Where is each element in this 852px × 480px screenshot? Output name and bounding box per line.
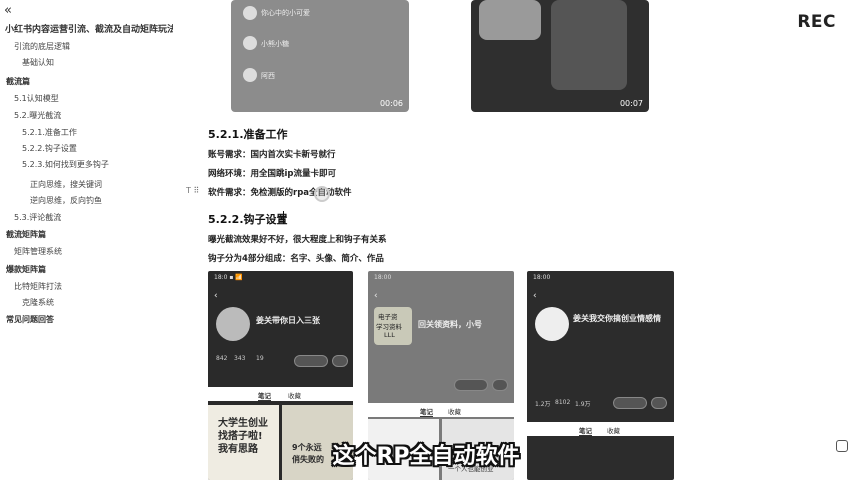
back-icon: ‹ <box>214 291 218 301</box>
toc-item[interactable]: 引流的底层逻辑 <box>14 41 70 52</box>
tab-notes: 笔记 <box>579 427 592 436</box>
message-button <box>651 397 667 409</box>
profile-tabs: 笔记 收藏 <box>527 422 674 436</box>
phone-card <box>551 0 627 90</box>
post-text: 大学生创业 <box>218 418 268 429</box>
toc-item[interactable]: 5.2.2.钩子设置 <box>22 143 77 154</box>
follow-button <box>294 355 328 367</box>
stat: 343 <box>234 355 246 362</box>
status-bar: 18:00 <box>374 274 392 281</box>
tab-notes: 笔记 <box>420 408 433 417</box>
paragraph-line: 软件需求：免检测版的rpa全自动软件 <box>208 188 352 198</box>
avatar <box>535 307 569 341</box>
profile-name: 姜关我交你搞创业情感情 <box>573 314 661 323</box>
block-drag-handle[interactable]: T ⠿ <box>186 186 199 195</box>
paragraph-line: 钩子分为4部分组成：名字、头像、简介、作品 <box>208 254 384 264</box>
avatar <box>243 68 257 82</box>
toc-item[interactable]: 常见问题回答 <box>6 314 54 325</box>
profile-tabs: 笔记 收藏 <box>208 387 353 401</box>
toc-item[interactable]: 5.2.曝光截流 <box>14 110 61 121</box>
tab-collect: 收藏 <box>607 427 620 435</box>
toc-item[interactable]: 比特矩阵打法 <box>14 281 62 292</box>
paragraph-line: 网络环境：用全国跳ip流量卡即可 <box>208 169 336 179</box>
toc-item[interactable]: 截流篇 <box>6 76 30 87</box>
follow-button <box>613 397 647 409</box>
toc-item[interactable]: 5.2.3.如何找到更多钩子 <box>22 159 109 170</box>
tab-collect: 收藏 <box>448 408 461 416</box>
tab-notes: 笔记 <box>258 392 271 401</box>
avatar-text: 电子资 <box>378 313 398 321</box>
stat: 1.9万 <box>575 401 591 408</box>
stat: 8102 <box>555 399 571 406</box>
profile-name: 姜关带你日入三张 <box>256 316 320 325</box>
heading-5-2-2: 5.2.2.钩子设置 <box>208 213 288 226</box>
profile-name: 回关领资料，小号 <box>418 320 482 329</box>
avatar <box>243 36 257 50</box>
paragraph-line: 账号需求：国内首次实卡新号就行 <box>208 150 336 160</box>
phone-card <box>479 0 541 40</box>
stat: 1.2万 <box>535 401 551 408</box>
toc-doc-title[interactable]: 小红书内容运营引流、截流及自动矩阵玩法 <box>5 22 173 35</box>
status-bar: 18:00 <box>533 274 551 281</box>
avatar: 电子资 学习资料 LLL <box>374 307 412 345</box>
avatar <box>216 307 250 341</box>
toc-item[interactable]: 5.3.评论截流 <box>14 212 61 223</box>
stat: 19 <box>256 355 264 362</box>
video-duration: 00:06 <box>379 99 403 108</box>
text-caret <box>283 211 284 224</box>
toc-item[interactable]: 基础认知 <box>22 57 54 68</box>
mouse-cursor-ring <box>314 186 330 202</box>
toc-item[interactable]: 克隆系统 <box>22 297 54 308</box>
video-duration: 00:07 <box>619 99 643 108</box>
toc-item[interactable]: 5.1认知模型 <box>14 93 59 104</box>
toc-sidebar: « 小红书内容运营引流、截流及自动矩阵玩法 引流的底层逻辑 基础认知 截流篇 5… <box>0 0 175 480</box>
back-icon: ‹ <box>374 291 378 301</box>
back-icon: ‹ <box>533 291 537 301</box>
follow-button <box>454 379 488 391</box>
thumb-line: 你心中的小可爱 <box>261 9 310 17</box>
status-bar: 18:0 ▪ 📶 <box>214 274 243 281</box>
profile-tabs: 笔记 收藏 <box>368 403 514 417</box>
thumb-line: 阿西 <box>261 72 275 80</box>
avatar-text: 学习资料 <box>376 323 402 331</box>
toc-item[interactable]: 逆向思维，反向钓鱼 <box>30 195 102 206</box>
video-thumbnail[interactable]: 你心中的小可爱 小熊小糖 阿西 00:06 <box>231 0 409 112</box>
tab-collect: 收藏 <box>288 392 301 400</box>
toc-item[interactable]: 正向思维，搜关键词 <box>30 179 102 190</box>
toc-item[interactable]: 矩阵管理系统 <box>14 246 62 257</box>
thumb-line: 小熊小糖 <box>261 40 289 48</box>
paragraph-line: 曝光截流效果好不好，很大程度上和钩子有关系 <box>208 235 387 245</box>
collapse-sidebar-icon[interactable]: « <box>4 4 18 18</box>
message-button <box>492 379 508 391</box>
avatar-text: LLL <box>384 331 395 339</box>
recording-indicator: REC <box>797 12 836 32</box>
toc-item[interactable]: 爆款矩阵篇 <box>6 264 46 275</box>
toc-item[interactable]: 截流矩阵篇 <box>6 229 46 240</box>
toc-item[interactable]: 5.2.1.准备工作 <box>22 127 77 138</box>
stat: 842 <box>216 355 228 362</box>
message-button <box>332 355 348 367</box>
heading-5-2-1: 5.2.1.准备工作 <box>208 128 288 141</box>
avatar <box>243 6 257 20</box>
video-subtitle: 这个RP全自动软件 <box>332 444 520 469</box>
video-thumbnail[interactable]: 00:07 <box>471 0 649 112</box>
